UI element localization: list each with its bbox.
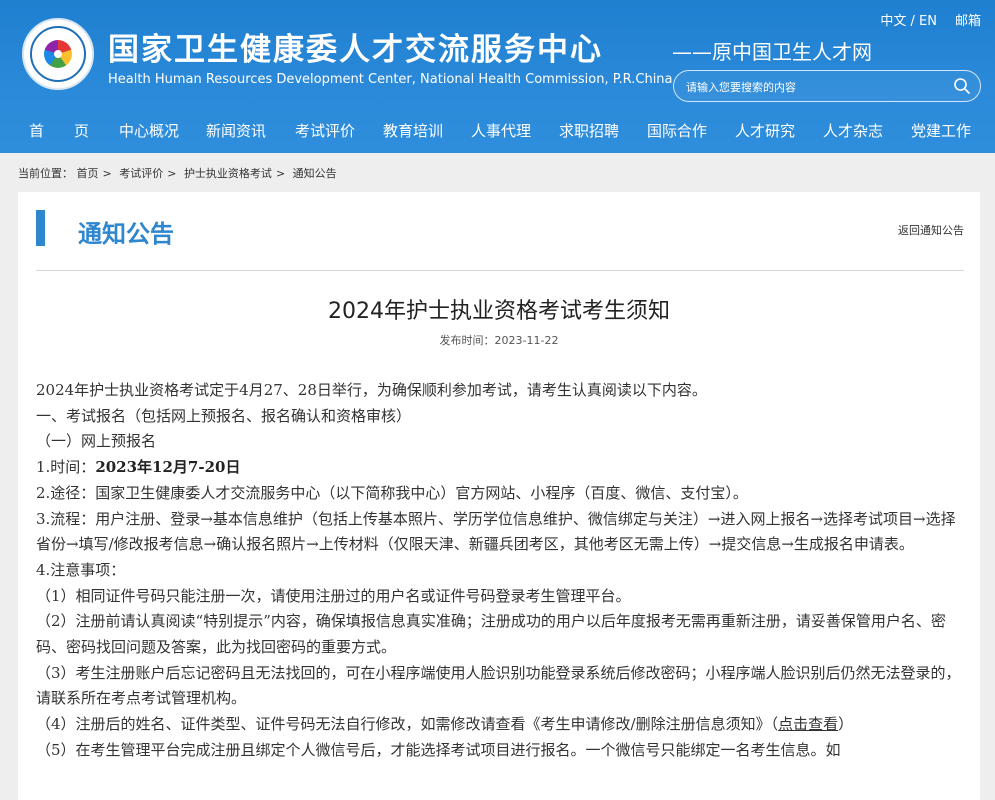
breadcrumb-exams[interactable]: 考试评价 <box>119 167 163 180</box>
language-switch-link[interactable]: 中文 / EN <box>880 10 937 29</box>
health-center-emblem-icon[interactable] <box>22 18 94 90</box>
search-input[interactable] <box>686 78 946 96</box>
nav-item-magazine[interactable]: 人才杂志 <box>823 120 883 141</box>
nav-item-exams[interactable]: 考试评价 <box>295 120 355 141</box>
main-nav: 首 页 中心概况 新闻资讯 考试评价 教育培训 人事代理 求职招聘 国际合作 人… <box>0 110 995 148</box>
section-divider <box>36 270 964 271</box>
nav-item-training[interactable]: 教育培训 <box>383 120 443 141</box>
nav-item-home[interactable]: 首 页 <box>29 120 89 141</box>
nav-item-news[interactable]: 新闻资讯 <box>206 120 266 141</box>
content-panel: 通知公告 返回通知公告 2024年护士执业资格考试考生须知 发布时间：2023-… <box>18 192 980 800</box>
search-box <box>673 70 981 102</box>
article-paragraph: 4.注意事项： <box>36 560 126 579</box>
site-subtitle-en: Health Human Resources Development Cente… <box>108 72 673 87</box>
article-paragraph: （1）相同证件号码只能注册一次，请使用注册过的用户名或证件号码登录考生管理平台。 <box>36 586 631 605</box>
article-paragraph: 一、考试报名（包括网上预报名、报名确认和资格审核） <box>36 406 412 425</box>
publish-date: 发布时间：2023-11-22 <box>439 334 559 347</box>
site-header: 国家卫生健康委人才交流服务中心 Health Human Resources D… <box>0 0 995 153</box>
mailbox-link[interactable]: 邮箱 <box>955 10 981 29</box>
nav-item-jobs[interactable]: 求职招聘 <box>559 120 619 141</box>
breadcrumb-home[interactable]: 首页 <box>77 167 99 180</box>
article-body: 2024年护士执业资格考试定于4月27、28日举行，为确保顺利参加考试，请考生认… <box>36 378 964 764</box>
former-site-name: ——原中国卫生人才网 <box>672 40 872 64</box>
site-title: 国家卫生健康委人才交流服务中心 <box>108 32 603 68</box>
top-links: 中文 / EN 邮箱 <box>880 10 981 29</box>
breadcrumb: 当前位置： 首页 > 考试评价 > 护士执业资格考试 > 通知公告 <box>18 167 337 180</box>
article-paragraph: （2）注册前请认真阅读“特别提示”内容，确保填报信息真实准确；注册成功的用户以后… <box>36 612 946 657</box>
click-to-view-link[interactable]: 点击查看 <box>778 715 838 733</box>
breadcrumb-prefix: 当前位置： <box>18 167 73 180</box>
article-paragraph: 2.途径：国家卫生健康委人才交流服务中心（以下简称我中心）官方网站、小程序（百度… <box>36 483 748 502</box>
nav-item-international[interactable]: 国际合作 <box>647 120 707 141</box>
article-paragraph: （一）网上预报名 <box>36 432 157 451</box>
search-icon[interactable] <box>953 77 971 95</box>
section-title: 通知公告 <box>78 220 174 248</box>
breadcrumb-notices[interactable]: 通知公告 <box>293 167 337 180</box>
article-title: 2024年护士执业资格考试考生须知 <box>328 299 670 324</box>
article-paragraph: （4）注册后的姓名、证件类型、证件号码无法自行修改，如需修改请查看《考生申请修改… <box>36 715 854 734</box>
registration-dates: 2023年12月7-20日 <box>95 458 241 477</box>
article-paragraph: 3.流程：用户注册、登录→基本信息维护（包括上传基本照片、学历学位信息维护、微信… <box>36 509 956 554</box>
nav-item-party[interactable]: 党建工作 <box>911 120 971 141</box>
section-accent-bar <box>36 210 45 246</box>
article-paragraph: （5）在考生管理平台完成注册且绑定个人微信号后，才能选择考试项目进行报名。一个微… <box>36 740 841 759</box>
back-to-notices-link[interactable]: 返回通知公告 <box>898 222 964 238</box>
article-paragraph: 1.时间：2023年12月7-20日 <box>36 458 241 477</box>
article-paragraph: 2024年护士执业资格考试定于4月27、28日举行，为确保顺利参加考试，请考生认… <box>36 381 707 399</box>
nav-item-personnel-agency[interactable]: 人事代理 <box>471 120 531 141</box>
article-paragraph: （3）考生注册账户后忘记密码且无法找回的，可在小程序端使用人脸识别功能登录系统后… <box>36 663 961 708</box>
nav-item-about[interactable]: 中心概况 <box>119 120 179 141</box>
breadcrumb-nurse-exam[interactable]: 护士执业资格考试 <box>184 167 272 180</box>
nav-item-research[interactable]: 人才研究 <box>735 120 795 141</box>
